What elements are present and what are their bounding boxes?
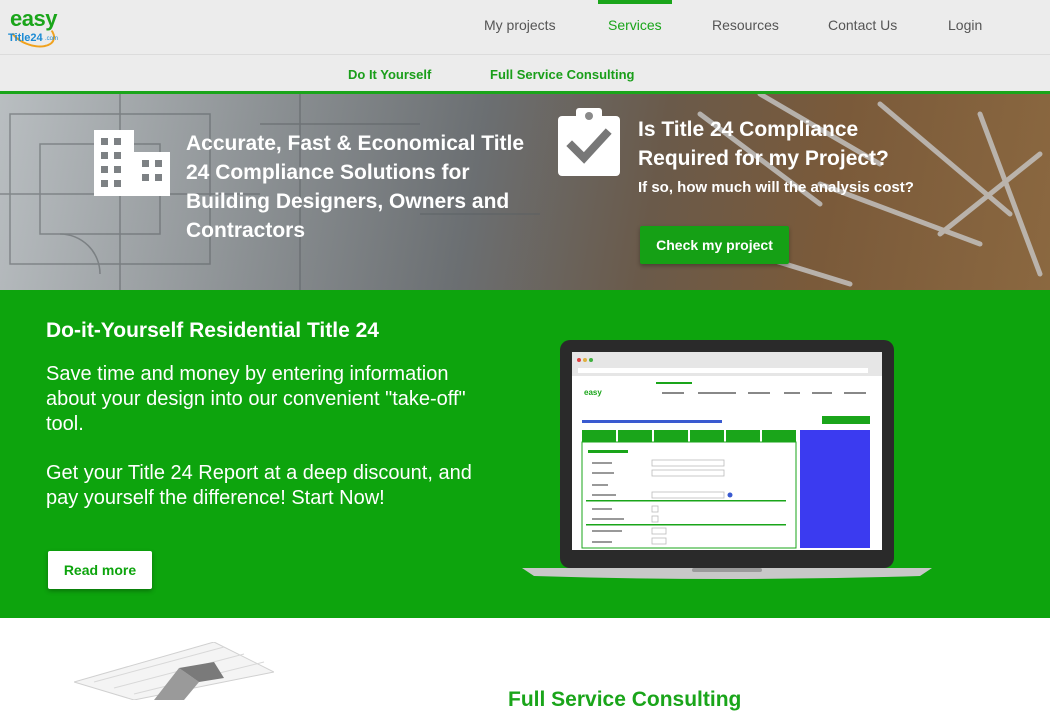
nav-resources[interactable]: Resources — [712, 17, 779, 33]
nav-contact-us[interactable]: Contact Us — [828, 17, 897, 33]
nav-my-projects[interactable]: My projects — [484, 17, 556, 33]
site-logo[interactable]: easy Title24 .com — [4, 6, 64, 54]
diy-paragraph-2: Get your Title 24 Report at a deep disco… — [46, 462, 472, 509]
logo-text-title24: Title24 — [8, 32, 43, 44]
diy-paragraph-1: Save time and money by entering informat… — [46, 363, 466, 435]
hero-right-heading: Is Title 24 Compliance Required for my P… — [638, 118, 889, 170]
hero-left-heading: Accurate, Fast & Economical Title 24 Com… — [186, 132, 525, 242]
subnav-do-it-yourself[interactable]: Do It Yourself — [348, 67, 431, 82]
laptop-screenshot-image: easy — [522, 340, 932, 579]
full-service-section-title: Full Service Consulting — [508, 688, 742, 711]
logo-text-easy: easy — [10, 6, 57, 31]
logo-text-suffix: .com — [45, 36, 59, 42]
building-icon — [94, 130, 170, 196]
nav-services[interactable]: Services — [608, 17, 662, 33]
active-nav-indicator — [598, 0, 672, 4]
house-blueprint-image — [74, 642, 274, 700]
clipboard-check-icon — [558, 108, 620, 176]
hero-right-subheading: If so, how much will the analysis cost? — [638, 179, 914, 196]
read-more-button[interactable]: Read more — [48, 551, 152, 589]
nav-login[interactable]: Login — [948, 17, 982, 33]
check-my-project-button[interactable]: Check my project — [640, 226, 789, 264]
subnav-full-service-consulting[interactable]: Full Service Consulting — [490, 67, 634, 82]
svg-text:easy: easy — [584, 388, 602, 397]
diy-section-title: Do-it-Yourself Residential Title 24 — [46, 319, 379, 342]
